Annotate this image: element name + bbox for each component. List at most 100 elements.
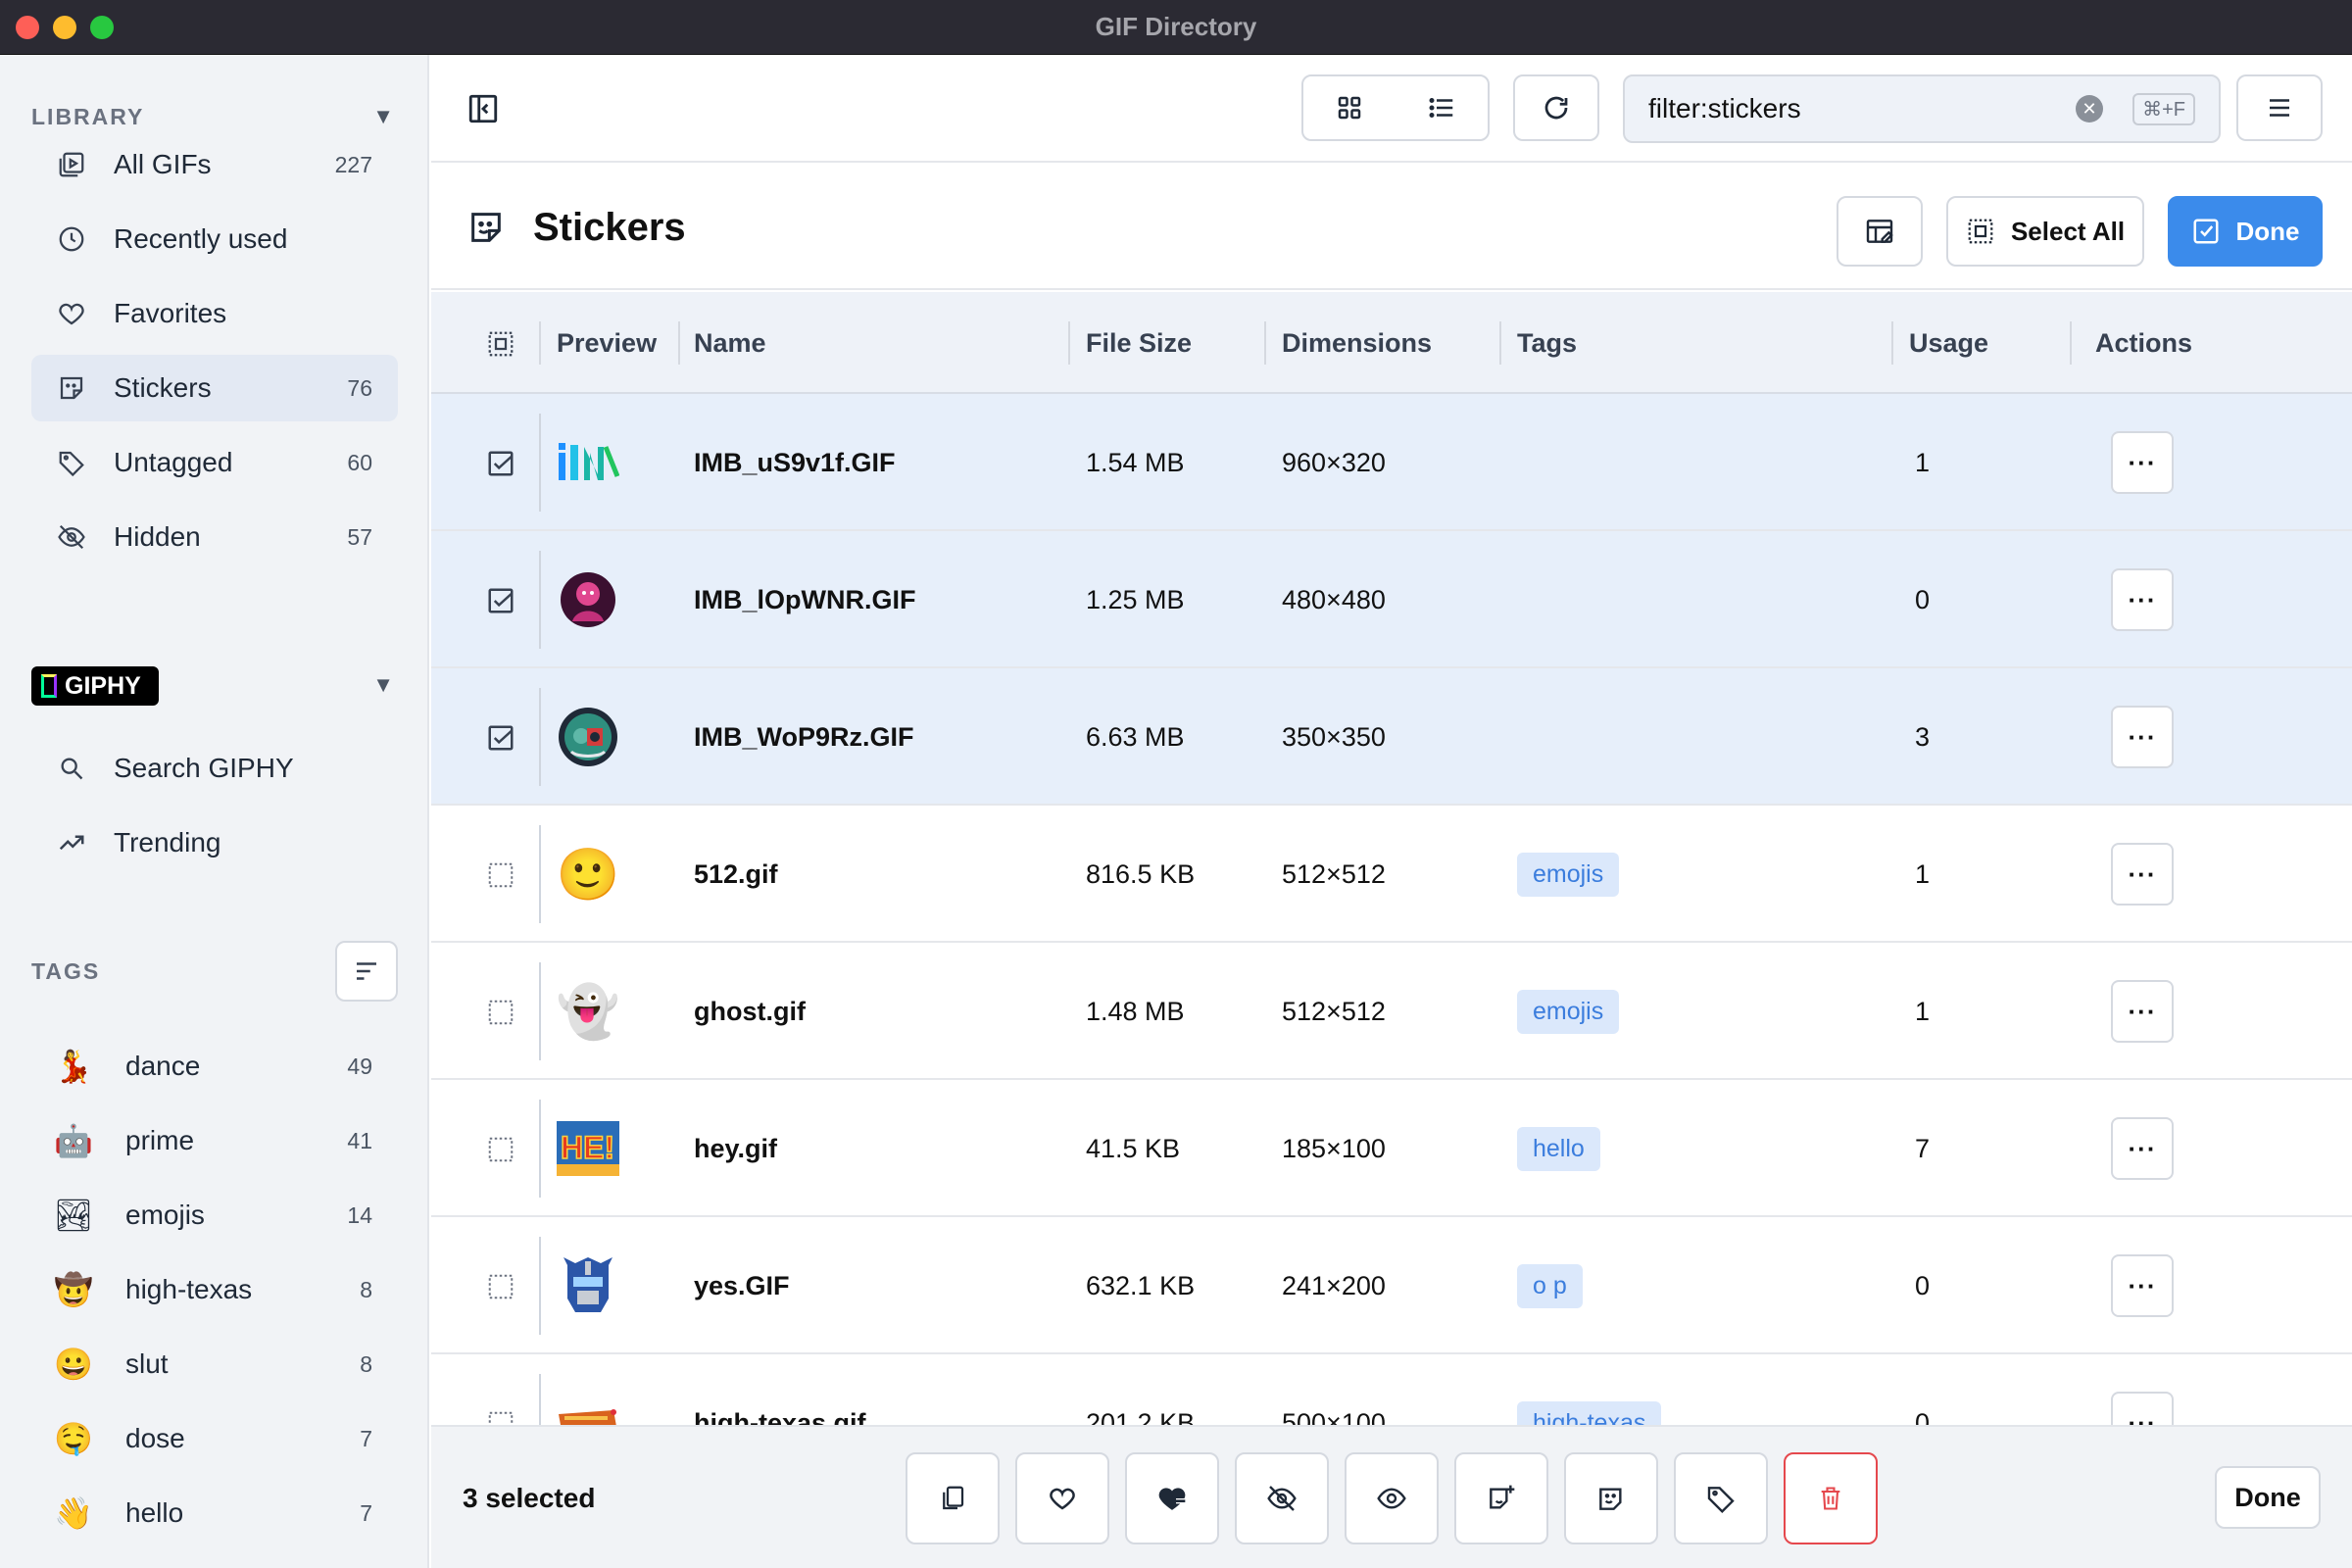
row-tags: o p — [1517, 1217, 1583, 1354]
sidebar-item-recently-used[interactable]: Recently used — [31, 206, 398, 272]
tag-chip[interactable]: emojis — [1517, 989, 1620, 1034]
app-window: GIF Directory LIBRARY ▼ All GIFs 227 Rec… — [0, 0, 2352, 1568]
tag-chip[interactable]: hello — [1517, 1126, 1600, 1171]
row-actions-button[interactable]: ··· — [2111, 706, 2174, 768]
table-row[interactable]: IMB_WoP9Rz.GIF 6.63 MB 350×350 3 ··· — [431, 668, 2352, 806]
tag-count: 7 — [360, 1499, 372, 1526]
done-selecting-button[interactable]: Done — [2168, 196, 2323, 267]
row-name: high-texas.gif — [694, 1407, 866, 1426]
column-header-usage[interactable]: Usage — [1909, 292, 1988, 394]
row-dimensions: 350×350 — [1282, 721, 1386, 752]
row-checkbox-checked[interactable] — [486, 586, 514, 613]
tag-item-high-texas[interactable]: 🤠 high-texas 8 — [31, 1256, 398, 1323]
unfavorite-button[interactable] — [1125, 1452, 1219, 1544]
table-row[interactable]: IMB_uS9v1f.GIF 1.54 MB 960×320 1 ··· — [431, 394, 2352, 531]
sidebar-item-search-giphy[interactable]: Search GIPHY — [31, 735, 398, 802]
selected-count: 3 selected — [463, 1483, 596, 1513]
page-header: Stickers Select All Done — [431, 163, 2352, 290]
row-actions-button[interactable]: ··· — [2111, 1254, 2174, 1317]
table-row[interactable]: 🙂 512.gif 816.5 KB 512×512 emojis 1 ··· — [431, 806, 2352, 943]
tag-item-slut[interactable]: 😀 slut 8 — [31, 1331, 398, 1397]
clear-search-icon[interactable]: ✕ — [2076, 95, 2104, 122]
table-row[interactable]: 👻 ghost.gif 1.48 MB 512×512 emojis 1 ··· — [431, 943, 2352, 1080]
tag-item-dance[interactable]: 💃 dance 49 — [31, 1033, 398, 1100]
sidebar-item-label: Stickers — [114, 372, 212, 403]
header-select-checkbox[interactable] — [486, 329, 515, 359]
column-header-preview[interactable]: Preview — [557, 292, 657, 394]
list-view-button[interactable] — [1396, 76, 1488, 139]
tag-item-hello[interactable]: 👋 hello 7 — [31, 1480, 398, 1546]
row-checkbox-checked[interactable] — [486, 723, 514, 751]
view-toggle — [1301, 74, 1490, 141]
sidebar-item-trending[interactable]: Trending — [31, 809, 398, 876]
row-checkbox-unchecked[interactable] — [486, 998, 514, 1025]
row-checkbox-unchecked[interactable] — [486, 1409, 514, 1425]
done-button[interactable]: Done — [2215, 1466, 2321, 1529]
gif-preview: 🙂 — [556, 846, 620, 904]
sidebar-item-label: Favorites — [114, 298, 227, 328]
tag-item-emojis[interactable]: 🏞 emojis 14 — [31, 1182, 398, 1249]
refresh-button[interactable] — [1513, 74, 1599, 141]
sidebar-item-hidden[interactable]: Hidden 57 — [31, 504, 398, 570]
menu-button[interactable] — [2236, 74, 2323, 141]
select-all-button[interactable]: Select All — [1946, 196, 2144, 267]
row-actions-button[interactable]: ··· — [2111, 568, 2174, 631]
tag-label: dose — [125, 1423, 185, 1453]
column-header-file-size[interactable]: File Size — [1086, 292, 1192, 394]
title-bar: GIF Directory — [0, 0, 2352, 55]
preview-cell — [557, 394, 619, 531]
column-header-name[interactable]: Name — [694, 292, 766, 394]
tag-chip[interactable]: o p — [1517, 1263, 1583, 1308]
tag-count: 7 — [360, 1425, 372, 1451]
row-checkbox-unchecked[interactable] — [486, 860, 514, 888]
gif-preview — [557, 1392, 619, 1425]
row-checkbox-unchecked[interactable] — [486, 1272, 514, 1299]
tag-button[interactable] — [1674, 1452, 1768, 1544]
remove-sticker-button[interactable] — [1564, 1452, 1658, 1544]
column-settings-button[interactable] — [1837, 196, 1923, 267]
table-row[interactable]: HE! hey.gif 41.5 KB 185×100 hello 7 ··· — [431, 1080, 2352, 1217]
row-actions-button[interactable]: ··· — [2111, 1117, 2174, 1180]
row-actions-button[interactable]: ··· — [2111, 843, 2174, 906]
delete-button[interactable] — [1784, 1452, 1878, 1544]
grid-view-button[interactable] — [1303, 76, 1396, 139]
favorite-button[interactable] — [1015, 1452, 1109, 1544]
sidebar-item-favorites[interactable]: Favorites — [31, 280, 398, 347]
column-header-dimensions[interactable]: Dimensions — [1282, 292, 1432, 394]
tag-chip[interactable]: high-texas — [1517, 1400, 1662, 1425]
unhide-button[interactable] — [1345, 1452, 1439, 1544]
row-checkbox-unchecked[interactable] — [486, 1135, 514, 1162]
tag-item-prime[interactable]: 🤖 prime 41 — [31, 1107, 398, 1174]
tag-item-dose[interactable]: 🤤 dose 7 — [31, 1405, 398, 1472]
column-divider — [1264, 321, 1266, 365]
row-name: ghost.gif — [694, 996, 806, 1026]
table-row[interactable]: yes.GIF 632.1 KB 241×200 o p 0 ··· — [431, 1217, 2352, 1354]
gif-preview: HE! — [557, 1117, 619, 1180]
table-row[interactable]: high-texas.gif 201.2 KB 500×100 high-tex… — [431, 1354, 2352, 1425]
hide-button[interactable] — [1235, 1452, 1329, 1544]
sidebar-item-stickers[interactable]: Stickers 76 — [31, 355, 398, 421]
sidebar-item-all-gifs[interactable]: All GIFs 227 — [31, 131, 398, 198]
table-row[interactable]: IMB_lOpWNR.GIF 1.25 MB 480×480 0 ··· — [431, 531, 2352, 668]
toggle-sidebar-button[interactable] — [466, 92, 500, 125]
select-all-icon — [1966, 217, 1995, 246]
copy-button[interactable] — [906, 1452, 1000, 1544]
tag-icon — [55, 446, 88, 479]
giphy-collapse-caret[interactable]: ▼ — [372, 672, 394, 698]
row-actions-button[interactable]: ··· — [2111, 980, 2174, 1043]
tag-emoji: 👋 — [54, 1495, 93, 1531]
sort-tags-button[interactable] — [335, 941, 398, 1002]
search-input[interactable] — [1625, 93, 2077, 124]
add-sticker-button[interactable] — [1454, 1452, 1548, 1544]
row-checkbox-checked[interactable] — [486, 449, 514, 476]
tag-chip[interactable]: emojis — [1517, 852, 1620, 897]
library-collapse-caret[interactable]: ▼ — [372, 104, 394, 129]
row-actions-button[interactable]: ··· — [2111, 431, 2174, 494]
selection-action-bar: 3 selected Done — [431, 1425, 2352, 1568]
tag-emoji: 🤤 — [54, 1421, 93, 1456]
row-divider — [539, 1100, 541, 1198]
sidebar-item-untagged[interactable]: Untagged 60 — [31, 429, 398, 496]
column-header-tags[interactable]: Tags — [1517, 292, 1577, 394]
row-actions-button[interactable]: ··· — [2111, 1392, 2174, 1425]
library-icon — [55, 148, 88, 181]
